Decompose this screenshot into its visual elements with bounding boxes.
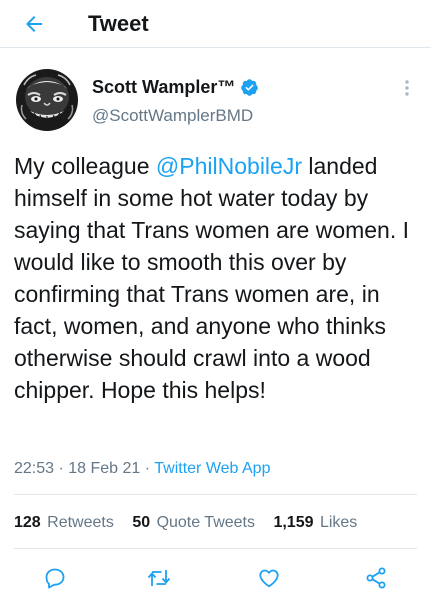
tweet-date: 18 Feb 21: [68, 460, 141, 477]
more-vertical-icon: [405, 80, 409, 96]
likes-stat[interactable]: 1,159 Likes: [273, 513, 357, 533]
retweet-button[interactable]: [143, 562, 175, 594]
arrow-left-icon: [26, 16, 42, 32]
meta-separator: ·: [140, 460, 155, 477]
tweet-time: 22:53: [14, 460, 55, 477]
quote-tweets-stat[interactable]: 50 Quote Tweets: [132, 513, 255, 533]
likes-count: 1,159: [273, 514, 314, 531]
retweets-count: 128: [14, 514, 41, 531]
author-name[interactable]: Scott Wampler™: [92, 76, 235, 98]
author-handle[interactable]: @ScottWamplerBMD: [92, 105, 253, 127]
share-icon: [366, 567, 386, 589]
tweet-source-link[interactable]: Twitter Web App: [154, 460, 270, 477]
like-button[interactable]: [253, 562, 285, 594]
tweet-text-body: landed himself in some hot water today b…: [14, 153, 410, 403]
meta-separator: ·: [54, 460, 69, 477]
top-bar: Tweet: [0, 0, 431, 48]
tweet-meta: 22:53 · 18 Feb 21 · Twitter Web App: [14, 459, 270, 479]
quote-tweets-count: 50: [132, 514, 151, 531]
retweets-label: Retweets: [47, 514, 114, 531]
tweet-actions: [0, 562, 431, 594]
tweet-text: My colleague @PhilNobileJr landed himsel…: [14, 150, 419, 406]
divider: [14, 494, 417, 495]
tweet-text-intro: My colleague: [14, 153, 156, 179]
heart-icon: [259, 569, 279, 588]
quote-tweets-label: Quote Tweets: [156, 514, 255, 531]
reply-button[interactable]: [39, 562, 71, 594]
creature-avatar-image: [14, 67, 80, 133]
page-title: Tweet: [88, 11, 149, 36]
retweet-icon: [147, 570, 171, 586]
divider: [14, 548, 417, 549]
tweet-stats: 128 Retweets 50 Quote Tweets 1,159 Likes: [14, 513, 371, 533]
likes-label: Likes: [319, 514, 358, 531]
verified-badge-icon: [241, 78, 259, 96]
share-button[interactable]: [360, 562, 392, 594]
avatar[interactable]: [14, 67, 80, 133]
retweets-stat[interactable]: 128 Retweets: [14, 513, 114, 533]
back-button[interactable]: [20, 10, 48, 38]
more-options-button[interactable]: [398, 76, 416, 100]
author-name-row: Scott Wampler™: [92, 75, 259, 99]
mention-link[interactable]: @PhilNobileJr: [156, 153, 302, 179]
reply-icon: [45, 568, 65, 589]
